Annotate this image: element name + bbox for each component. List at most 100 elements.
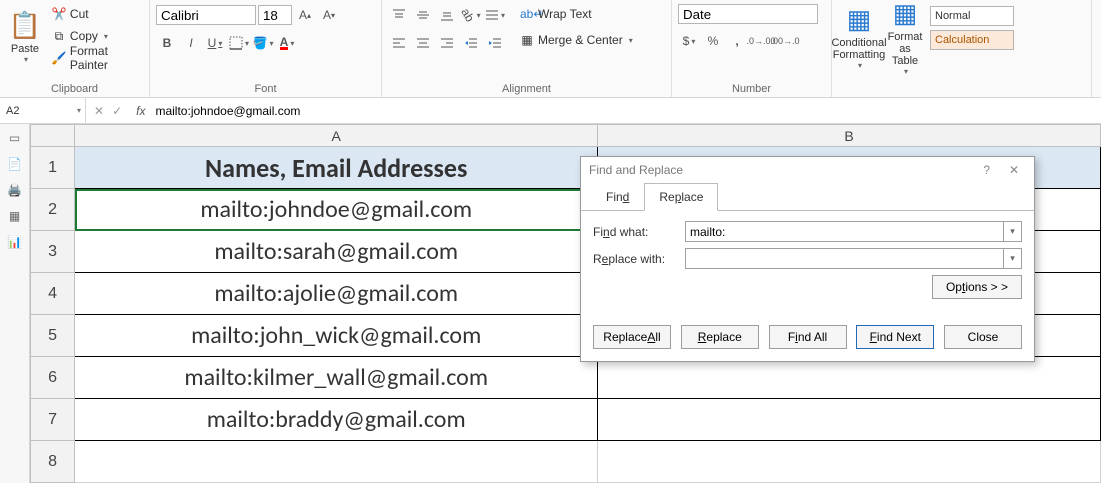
copy-icon: ⧉ [52, 29, 66, 44]
cell[interactable]: mailto:braddy@gmail.com [75, 399, 598, 441]
comma-button[interactable]: , [726, 30, 748, 52]
align-center-button[interactable] [412, 32, 434, 54]
replace-with-input[interactable] [685, 248, 1004, 269]
cell[interactable]: mailto:ajolie@gmail.com [75, 273, 598, 315]
style-normal[interactable]: Normal [930, 6, 1014, 26]
accounting-format-button[interactable]: $ [678, 30, 700, 52]
row-header[interactable]: 8 [31, 441, 75, 483]
close-button[interactable]: Close [944, 325, 1022, 349]
format-painter-button[interactable]: 🖌️Format Painter [48, 48, 143, 68]
cell[interactable] [598, 399, 1101, 441]
font-color-button[interactable]: A [276, 32, 298, 54]
row-header[interactable]: 5 [31, 315, 75, 357]
find-what-dropdown[interactable]: ▾ [1004, 221, 1022, 242]
cell[interactable]: mailto:kilmer_wall@gmail.com [75, 357, 598, 399]
paste-label: Paste [11, 43, 39, 55]
cell[interactable] [598, 357, 1101, 399]
align-middle-button[interactable] [412, 4, 434, 26]
cut-label: Cut [70, 7, 89, 21]
side-panel-strip: ▭ 📄 🖨️ ▦ 📊 [0, 124, 30, 483]
orientation-button[interactable]: ab [460, 4, 482, 26]
decrease-indent-button[interactable] [460, 32, 482, 54]
increase-font-button[interactable]: A▴ [294, 4, 316, 26]
italic-button[interactable]: I [180, 32, 202, 54]
cell[interactable] [75, 441, 598, 483]
align-left-button[interactable] [388, 32, 410, 54]
formula-input[interactable] [151, 98, 1101, 123]
percent-button[interactable]: % [702, 30, 724, 52]
cell[interactable]: Names, Email Addresses [75, 147, 598, 189]
underline-button[interactable]: U [204, 32, 226, 54]
decrease-decimal-button[interactable]: .00→.0 [774, 30, 796, 52]
options-button[interactable]: Options > > [932, 275, 1022, 299]
cell[interactable]: mailto:john_wick@gmail.com [75, 315, 598, 357]
group-label-number: Number [678, 81, 825, 95]
paste-button[interactable]: 📋 Paste [6, 4, 44, 70]
bold-button[interactable]: B [156, 32, 178, 54]
cut-button[interactable]: ✂️Cut [48, 4, 143, 24]
col-header-b[interactable]: B [598, 125, 1101, 147]
table-icon: ▦ [893, 0, 918, 29]
fill-color-button[interactable]: 🪣 [252, 32, 274, 54]
find-all-button[interactable]: Find All [769, 325, 847, 349]
find-next-button[interactable]: Find Next [856, 325, 934, 349]
strip-btn-3[interactable]: 🖨️ [7, 182, 23, 198]
strip-btn-2[interactable]: 📄 [7, 156, 23, 172]
border-button[interactable] [228, 32, 250, 54]
indent-dropdown[interactable] [484, 4, 506, 26]
row-header[interactable]: 6 [31, 357, 75, 399]
replace-button[interactable]: Replace [681, 325, 759, 349]
row-header[interactable]: 2 [31, 189, 75, 231]
number-format-select[interactable] [678, 4, 818, 24]
strip-btn-4[interactable]: ▦ [7, 208, 23, 224]
dialog-title: Find and Replace [589, 163, 683, 177]
font-size-select[interactable] [258, 5, 292, 25]
replace-with-label: Replace with: [593, 252, 679, 266]
style-calculation[interactable]: Calculation [930, 30, 1014, 50]
conditional-formatting-button[interactable]: ▦ Conditional Formatting [838, 4, 880, 70]
format-as-table-button[interactable]: ▦ Format as Table [884, 4, 926, 70]
cell[interactable] [598, 441, 1101, 483]
replace-with-dropdown[interactable]: ▾ [1004, 248, 1022, 269]
find-what-label: Find what: [593, 225, 679, 239]
dialog-help-icon[interactable]: ? [975, 163, 999, 177]
dialog-titlebar[interactable]: Find and Replace ? ✕ [581, 157, 1034, 183]
cell[interactable]: mailto:sarah@gmail.com [75, 231, 598, 273]
wrap-text-button[interactable]: ab↵Wrap Text [516, 4, 637, 24]
name-box[interactable]: A2 [0, 98, 86, 123]
row-header[interactable]: 3 [31, 231, 75, 273]
align-bottom-button[interactable] [436, 4, 458, 26]
copy-label: Copy [70, 29, 98, 43]
border-icon [229, 36, 243, 50]
increase-decimal-button[interactable]: .0→.00 [750, 30, 772, 52]
row-header[interactable]: 4 [31, 273, 75, 315]
group-styles: ▦ Conditional Formatting ▦ Format as Tab… [832, 0, 1092, 97]
replace-all-button[interactable]: Replace All [593, 325, 671, 349]
row-header[interactable]: 1 [31, 147, 75, 189]
increase-indent-button[interactable] [484, 32, 506, 54]
conditional-formatting-icon: ▦ [847, 4, 872, 35]
row-header[interactable]: 7 [31, 399, 75, 441]
strip-btn-5[interactable]: 📊 [7, 234, 23, 250]
select-all-cell[interactable] [31, 125, 75, 147]
group-alignment: ab ab↵Wrap Text ▦Merge & Center Alignmen… [382, 0, 672, 97]
cell[interactable]: mailto:johndoe@gmail.com [75, 189, 598, 231]
fx-icon[interactable]: fx [130, 104, 151, 118]
dialog-close-icon[interactable]: ✕ [1002, 163, 1026, 177]
decrease-font-button[interactable]: A▾ [318, 4, 340, 26]
strip-btn-1[interactable]: ▭ [7, 130, 23, 146]
cancel-formula-icon[interactable]: ✕ [94, 104, 104, 118]
align-right-button[interactable] [436, 32, 458, 54]
format-painter-label: Format Painter [70, 44, 139, 72]
align-top-button[interactable] [388, 4, 410, 26]
group-label-font: Font [156, 81, 375, 95]
copy-button[interactable]: ⧉ Copy [48, 26, 143, 46]
tab-replace[interactable]: Replace [644, 183, 718, 211]
merge-center-button[interactable]: ▦Merge & Center [516, 30, 637, 50]
col-header-a[interactable]: A [75, 125, 598, 147]
find-what-input[interactable] [685, 221, 1004, 242]
font-name-select[interactable] [156, 5, 256, 25]
ribbon: 📋 Paste ✂️Cut ⧉Copy 🖌️Format Painter Cli… [0, 0, 1101, 98]
enter-formula-icon[interactable]: ✓ [112, 104, 122, 118]
tab-find[interactable]: Find [591, 183, 644, 211]
